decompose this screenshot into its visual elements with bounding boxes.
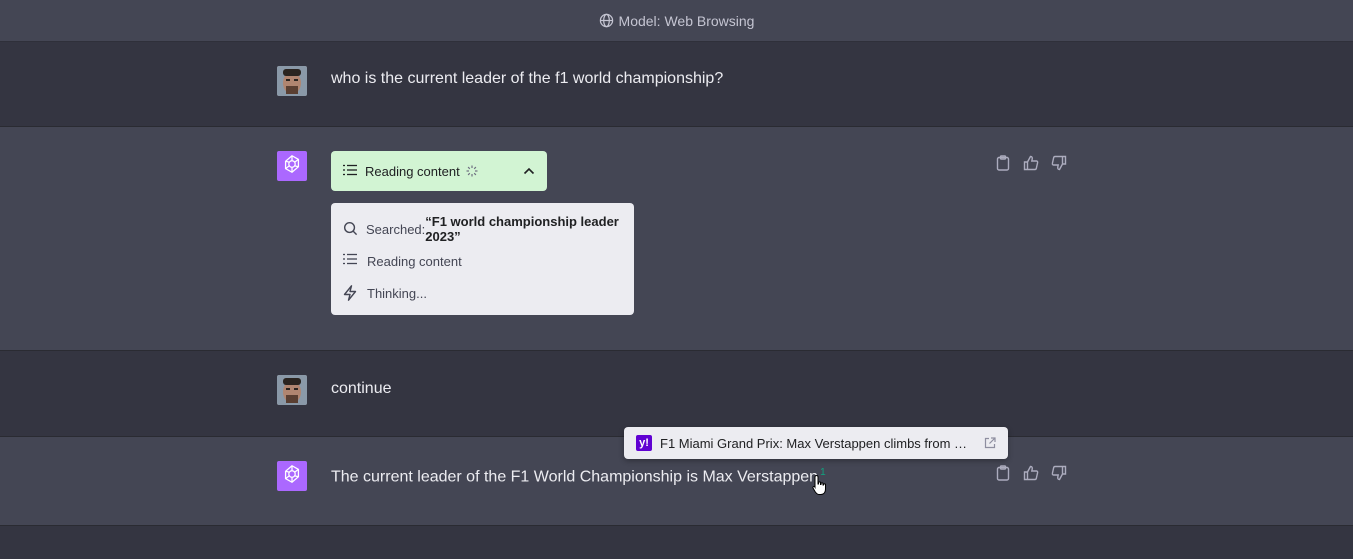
assistant-answer-text: The current leader of the F1 World Champ… [331, 467, 826, 486]
model-header: Model: Web Browsing [0, 0, 1353, 42]
step-thinking: Thinking... [343, 277, 622, 309]
copy-icon[interactable] [994, 464, 1012, 482]
hand-cursor-icon [812, 474, 828, 501]
list-icon [343, 164, 357, 179]
step-thinking-text: Thinking... [367, 285, 427, 301]
step-searched: Searched: “F1 world championship leader … [343, 213, 622, 245]
source-tooltip[interactable]: y! F1 Miami Grand Prix: Max Verstappen c… [624, 427, 1008, 459]
step-reading: Reading content [343, 245, 622, 277]
thumbs-up-icon[interactable] [1022, 154, 1040, 172]
step-search-query: “F1 world championship leader 2023” [425, 214, 619, 244]
message-row-user: who is the current leader of the f1 worl… [0, 42, 1353, 127]
user-avatar [277, 66, 307, 96]
user-avatar [277, 375, 307, 405]
message-actions [994, 464, 1068, 482]
bolt-icon [343, 285, 359, 301]
user-message-text: who is the current leader of the f1 worl… [331, 70, 724, 87]
assistant-avatar [277, 461, 307, 491]
openai-logo-icon [281, 153, 303, 180]
chevron-up-icon[interactable] [523, 167, 535, 175]
status-label: Reading content [365, 163, 460, 179]
thumbs-down-icon[interactable] [1050, 154, 1068, 172]
step-reading-text: Reading content [367, 253, 462, 269]
model-label: Model: Web Browsing [618, 12, 755, 29]
copy-icon[interactable] [994, 154, 1012, 172]
message-row-user: continue [0, 351, 1353, 437]
openai-logo-icon [281, 463, 303, 490]
step-searched-prefix: Searched: [366, 221, 426, 237]
thumbs-up-icon[interactable] [1022, 464, 1040, 482]
message-row-assistant [0, 127, 1353, 351]
browsing-steps-panel: Searched: “F1 world championship leader … [331, 203, 634, 315]
message-actions [994, 154, 1068, 172]
assistant-avatar [277, 151, 307, 181]
search-icon [343, 221, 358, 237]
browsing-status-toggle[interactable]: Reading content [331, 151, 547, 191]
source-title[interactable]: F1 Miami Grand Prix: Max Verstappen clim… [660, 436, 972, 451]
globe-icon [599, 13, 614, 28]
thumbs-down-icon[interactable] [1050, 464, 1068, 482]
loading-spinner-icon [466, 165, 478, 177]
answer-text: The current leader of the F1 World Champ… [331, 468, 819, 486]
user-message-text: continue [331, 380, 392, 397]
list-icon [343, 253, 359, 269]
yahoo-favicon-icon: y! [636, 435, 652, 451]
external-link-icon[interactable] [984, 437, 996, 449]
